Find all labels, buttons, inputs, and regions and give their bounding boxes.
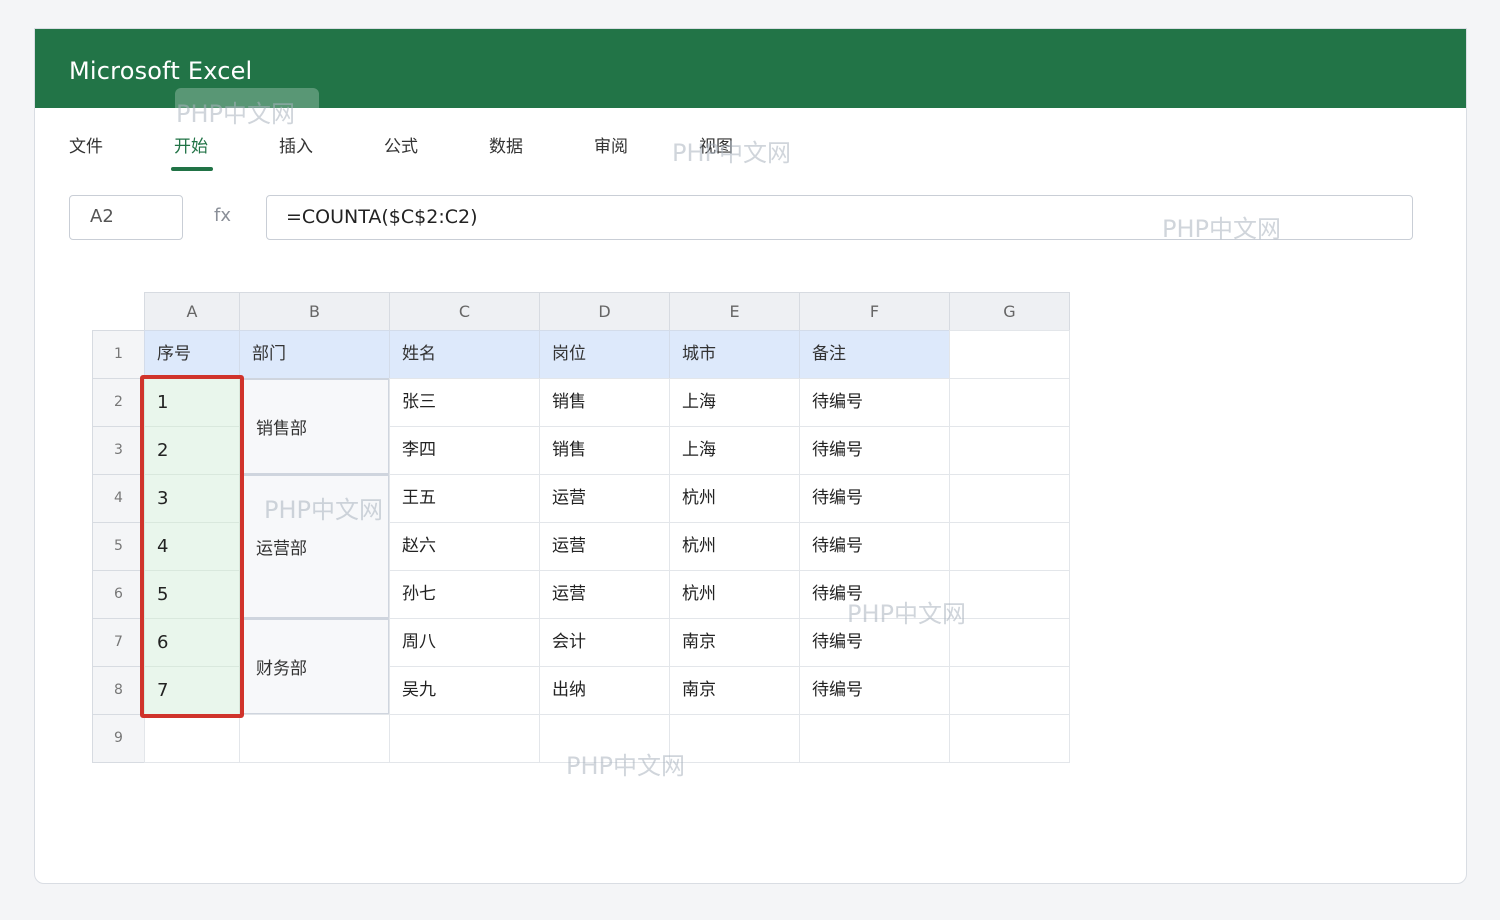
cell-c7[interactable]: 周八 [389, 618, 540, 667]
row-header-9[interactable]: 9 [92, 714, 145, 763]
column-header-f[interactable]: F [799, 292, 950, 331]
cell-b2-b3-merged[interactable]: 销售部 [240, 378, 390, 475]
department-label: 销售部 [256, 419, 307, 439]
row-header-5[interactable]: 5 [92, 522, 145, 571]
cell-f8[interactable]: 待编号 [799, 666, 950, 715]
cell-f3[interactable]: 待编号 [799, 426, 950, 475]
cell-a8[interactable]: 7 [144, 666, 240, 715]
cell-a3[interactable]: 2 [144, 426, 240, 475]
cell-a5[interactable]: 4 [144, 522, 240, 571]
cell-d9[interactable] [539, 714, 670, 763]
cell-e4[interactable]: 杭州 [669, 474, 800, 523]
cell-a6[interactable]: 5 [144, 570, 240, 619]
cell-f4[interactable]: 待编号 [799, 474, 950, 523]
cell-e5[interactable]: 杭州 [669, 522, 800, 571]
cell-d5[interactable]: 运营 [539, 522, 670, 571]
cell-d7[interactable]: 会计 [539, 618, 670, 667]
cell-c9[interactable] [389, 714, 540, 763]
cell-a1[interactable]: 序号 [144, 330, 240, 379]
cell-g6[interactable] [949, 570, 1070, 619]
tab-data[interactable]: 数据 [489, 132, 523, 157]
ribbon-tabs: 文件 开始 插入 公式 数据 审阅 视图 [35, 108, 1466, 174]
cell-d6[interactable]: 运营 [539, 570, 670, 619]
cell-d8[interactable]: 出纳 [539, 666, 670, 715]
cell-c5[interactable]: 赵六 [389, 522, 540, 571]
row-header-4[interactable]: 4 [92, 474, 145, 523]
cell-f2[interactable]: 待编号 [799, 378, 950, 427]
tab-home[interactable]: 开始 [174, 132, 208, 157]
cell-c2[interactable]: 张三 [389, 378, 540, 427]
row-header-6[interactable]: 6 [92, 570, 145, 619]
cell-e1[interactable]: 城市 [669, 330, 800, 379]
column-header-c[interactable]: C [389, 292, 540, 331]
column-header-b[interactable]: B [239, 292, 390, 331]
column-header-g[interactable]: G [949, 292, 1070, 331]
cell-c6[interactable]: 孙七 [389, 570, 540, 619]
cell-c4[interactable]: 王五 [389, 474, 540, 523]
row-header-2[interactable]: 2 [92, 378, 145, 427]
cell-d4[interactable]: 运营 [539, 474, 670, 523]
cell-d1[interactable]: 岗位 [539, 330, 670, 379]
cell-e6[interactable]: 杭州 [669, 570, 800, 619]
cell-b4-b6-merged[interactable]: 运营部 [240, 474, 390, 619]
cell-g5[interactable] [949, 522, 1070, 571]
cell-d3[interactable]: 销售 [539, 426, 670, 475]
cell-f6[interactable]: 待编号 [799, 570, 950, 619]
tab-view[interactable]: 视图 [699, 132, 733, 157]
name-box[interactable]: A2 [69, 195, 183, 240]
cell-g3[interactable] [949, 426, 1070, 475]
column-header-a[interactable]: A [144, 292, 240, 331]
tab-formulas[interactable]: 公式 [384, 132, 418, 157]
title-bar: Microsoft Excel [35, 29, 1466, 126]
cell-a7[interactable]: 6 [144, 618, 240, 667]
active-tab-underline [171, 167, 213, 171]
cell-a2[interactable]: 1 [144, 378, 240, 427]
row-header-8[interactable]: 8 [92, 666, 145, 715]
department-label: 财务部 [256, 659, 307, 679]
cell-g9[interactable] [949, 714, 1070, 763]
cell-b7-b8-merged[interactable]: 财务部 [240, 618, 390, 715]
row-header-3[interactable]: 3 [92, 426, 145, 475]
cell-g1[interactable] [949, 330, 1070, 379]
cell-f7[interactable]: 待编号 [799, 618, 950, 667]
cell-e3[interactable]: 上海 [669, 426, 800, 475]
cell-e7[interactable]: 南京 [669, 618, 800, 667]
cell-g4[interactable] [949, 474, 1070, 523]
cell-g7[interactable] [949, 618, 1070, 667]
fx-icon[interactable]: fx [214, 205, 231, 226]
cell-a9[interactable] [144, 714, 240, 763]
cell-e8[interactable]: 南京 [669, 666, 800, 715]
cell-g2[interactable] [949, 378, 1070, 427]
tab-review[interactable]: 审阅 [594, 132, 628, 157]
cell-f9[interactable] [799, 714, 950, 763]
department-label: 运营部 [256, 539, 307, 559]
row-header-1[interactable]: 1 [92, 330, 145, 379]
cell-g8[interactable] [949, 666, 1070, 715]
formula-input[interactable]: =COUNTA($C$2:C2) [266, 195, 1413, 240]
row-header-7[interactable]: 7 [92, 618, 145, 667]
cell-d2[interactable]: 销售 [539, 378, 670, 427]
cell-e9[interactable] [669, 714, 800, 763]
cell-c3[interactable]: 李四 [389, 426, 540, 475]
cell-b9[interactable] [239, 714, 390, 763]
cell-f5[interactable]: 待编号 [799, 522, 950, 571]
app-title: Microsoft Excel [69, 57, 253, 85]
cell-a4[interactable]: 3 [144, 474, 240, 523]
cell-b1[interactable]: 部门 [239, 330, 390, 379]
tab-file[interactable]: 文件 [69, 132, 103, 157]
cell-f1[interactable]: 备注 [799, 330, 950, 379]
cell-c8[interactable]: 吴九 [389, 666, 540, 715]
tab-insert[interactable]: 插入 [279, 132, 313, 157]
cell-c1[interactable]: 姓名 [389, 330, 540, 379]
cell-e2[interactable]: 上海 [669, 378, 800, 427]
column-header-d[interactable]: D [539, 292, 670, 331]
column-header-e[interactable]: E [669, 292, 800, 331]
